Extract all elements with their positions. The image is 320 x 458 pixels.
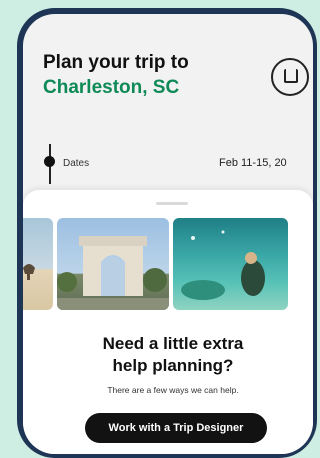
sheet-drag-handle[interactable] [156,202,188,205]
title-line-1: Plan your trip to [43,52,189,73]
timeline-dot [44,156,55,167]
share-icon [284,69,298,83]
dates-value[interactable]: Feb 11-15, 20 [219,157,287,169]
help-headline: Need a little extra help planning? [23,333,313,377]
app-screen: Plan your trip to Charleston, SC Dates F… [23,14,313,454]
page-title: Plan your trip to Charleston, SC [43,50,189,100]
destination-city: Charleston, SC [43,77,180,98]
trip-designer-button[interactable]: Work with a Trip Designer [85,413,267,443]
help-headline-line-2: help planning? [112,356,234,375]
share-button[interactable] [271,58,309,96]
help-headline-line-1: Need a little extra [102,334,244,353]
photo-desert [23,218,53,310]
photo-underwater [173,218,288,310]
help-subtext: There are a few ways we can help. [107,385,239,395]
photo-arch [57,218,169,310]
dates-label: Dates [63,158,90,169]
help-bottom-sheet: Need a little extra help planning? There… [23,190,313,454]
